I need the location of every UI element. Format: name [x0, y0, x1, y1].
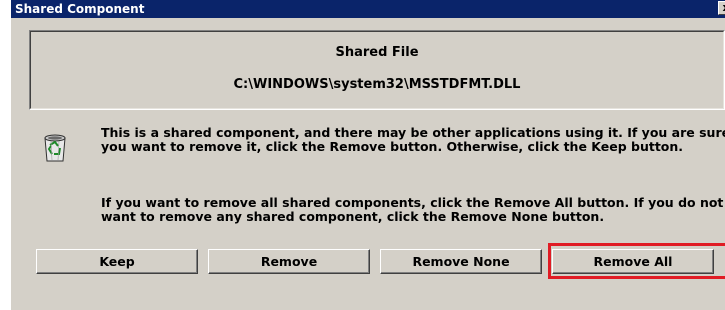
- shared-component-dialog: Shared Component x Shared File C:\WINDOW…: [10, 0, 725, 310]
- remove-button[interactable]: Remove: [208, 249, 370, 274]
- title-bar[interactable]: Shared Component: [11, 0, 725, 18]
- recycle-bin-icon: [44, 134, 66, 162]
- remove-all-highlight-box: [548, 243, 725, 279]
- shared-file-heading: Shared File: [335, 45, 419, 60]
- shared-file-path: C:\WINDOWS\system32\MSSTDFMT.DLL: [233, 77, 521, 92]
- remove-none-button[interactable]: Remove None: [380, 249, 542, 274]
- shared-file-panel: Shared File C:\WINDOWS\system32\MSSTDFMT…: [29, 30, 725, 110]
- keep-button[interactable]: Keep: [36, 249, 198, 274]
- window-title: Shared Component: [15, 2, 145, 16]
- shared-component-message: This is a shared component, and there ma…: [101, 125, 725, 154]
- remove-all-message: If you want to remove all shared compone…: [101, 195, 724, 224]
- close-button[interactable]: x: [718, 1, 725, 15]
